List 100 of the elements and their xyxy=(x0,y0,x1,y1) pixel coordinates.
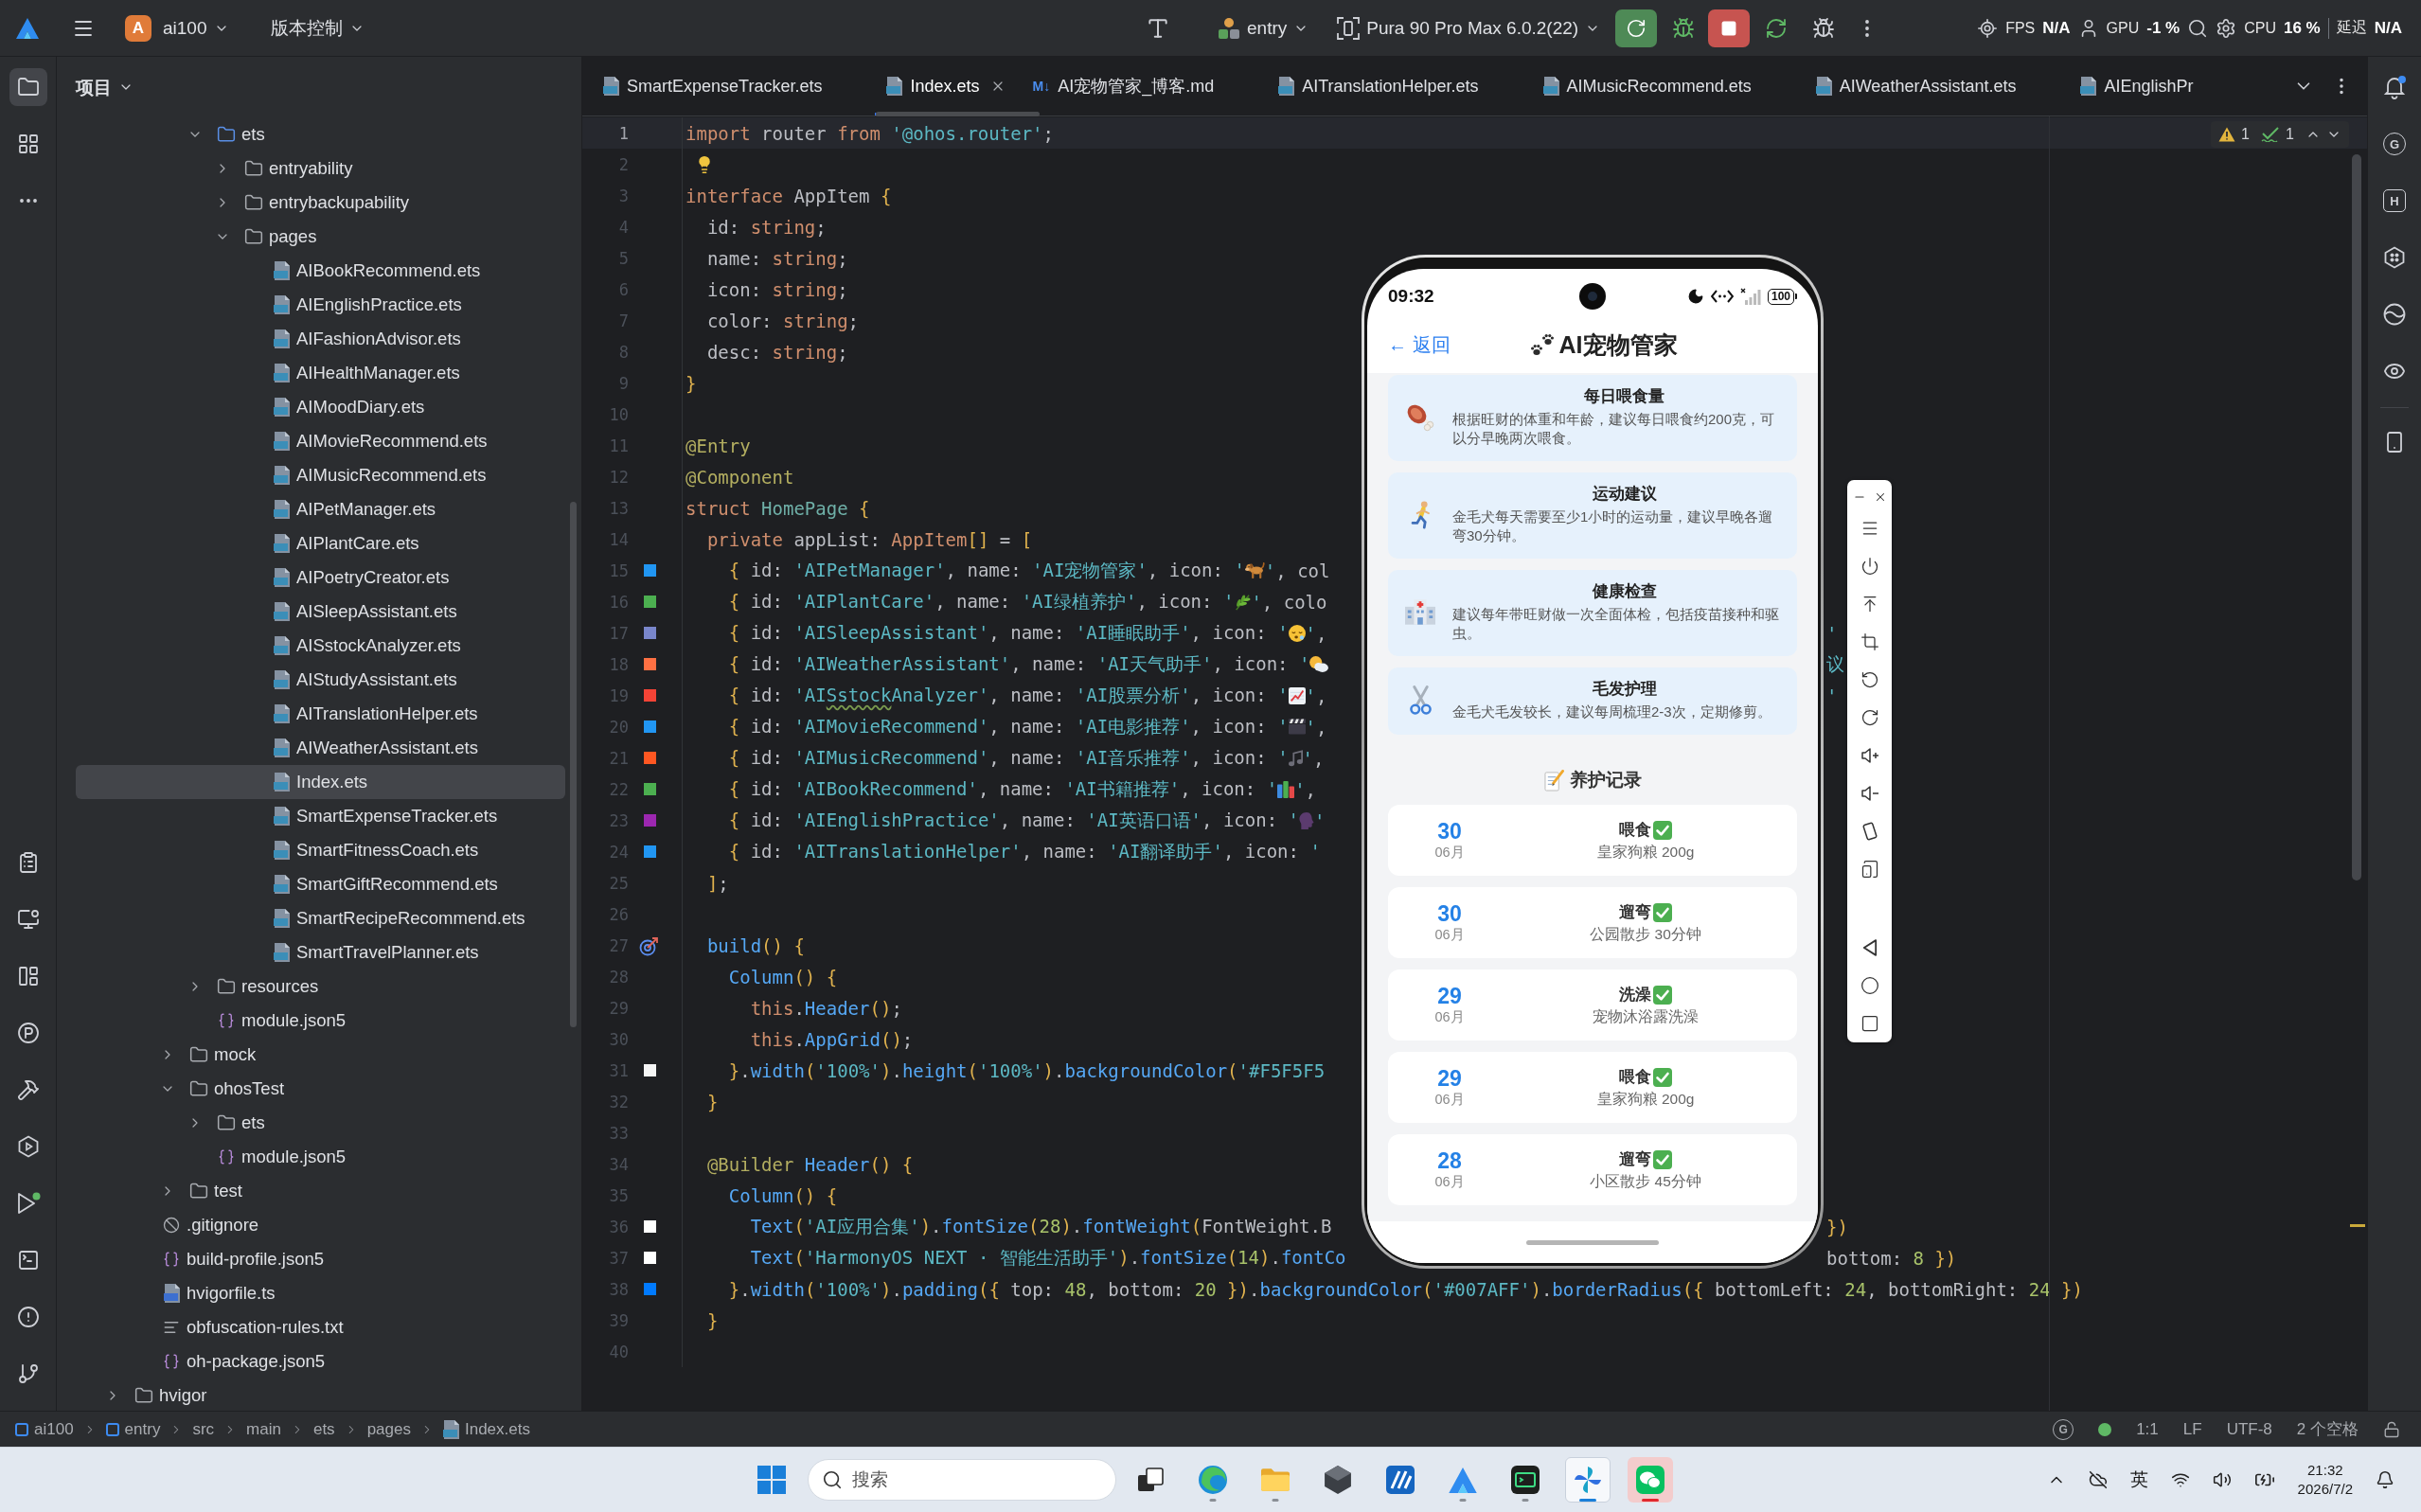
tree-item[interactable]: AIFashionAdvisor.ets xyxy=(76,322,565,356)
hexagon-grid-icon[interactable] xyxy=(2383,246,2406,269)
editor-tab[interactable]: AIEnglishPr xyxy=(2069,57,2247,116)
tree-item[interactable]: pages xyxy=(76,220,565,254)
tree-item[interactable]: hvigor xyxy=(76,1379,565,1411)
cloud-off-icon[interactable] xyxy=(2088,1470,2108,1489)
grid-icon[interactable] xyxy=(16,133,40,155)
bug-icon[interactable] xyxy=(1672,16,1696,40)
back-triangle-icon[interactable] xyxy=(1861,939,1878,956)
tree-item[interactable]: AITranslationHelper.ets xyxy=(76,697,565,731)
tree-item[interactable]: AIPoetryCreator.ets xyxy=(76,560,565,595)
tree-item[interactable]: SmartGiftRecommend.ets xyxy=(76,867,565,901)
editor-tab[interactable]: AIMusicRecommend.ets xyxy=(1531,57,1805,116)
inspection-widget[interactable]: 1 1 xyxy=(2211,121,2349,148)
notification-bell-icon[interactable] xyxy=(2382,75,2407,99)
search-field[interactable]: 搜索 xyxy=(808,1459,1116,1501)
tree-item[interactable]: AIStudyAssistant.ets xyxy=(76,663,565,697)
square-icon[interactable] xyxy=(1860,1014,1879,1033)
search-input[interactable]: 搜索 xyxy=(852,1466,1041,1494)
tree-item[interactable]: ets xyxy=(76,1106,565,1140)
editor-tab[interactable]: AITranslationHelper.ets xyxy=(1267,57,1532,116)
p-circle-icon[interactable] xyxy=(16,1022,40,1044)
app-logo-icon[interactable] xyxy=(16,17,39,39)
devices-icon[interactable] xyxy=(1860,860,1879,879)
scrollbar-thumb[interactable] xyxy=(876,112,1040,116)
tree-item[interactable]: entryability xyxy=(76,151,565,186)
terminal-icon[interactable] xyxy=(16,1249,40,1272)
project-tool-button[interactable] xyxy=(9,68,47,106)
tree-item[interactable]: AIMovieRecommend.ets xyxy=(76,424,565,458)
layout-icon[interactable] xyxy=(16,965,40,987)
volume-up-icon[interactable] xyxy=(1860,746,1879,765)
breadcrumb-item[interactable]: ai100 xyxy=(15,1419,74,1439)
editor-tab[interactable]: SmartExpenseTracker.ets xyxy=(592,57,876,116)
back-link[interactable]: ← 返回 xyxy=(1388,331,1464,358)
target-arrow-icon[interactable] xyxy=(639,934,660,956)
volume-down-icon[interactable] xyxy=(1860,784,1879,803)
refresh-icon[interactable] xyxy=(1765,16,1789,40)
tilted-phone-icon[interactable] xyxy=(1860,822,1878,841)
wifi-icon[interactable] xyxy=(2170,1470,2190,1489)
wave-circle-icon[interactable] xyxy=(2383,303,2406,326)
editor-tab[interactable]: M↓ AI宠物管家_博客.md xyxy=(1021,57,1268,116)
vcs-menu[interactable]: 版本控制 xyxy=(270,15,365,41)
tree-item[interactable]: AIHealthManager.ets xyxy=(76,356,565,390)
settings-icon[interactable] xyxy=(2216,17,2237,39)
device-selector[interactable]: Pura 90 Pro Max 6.0.2(22) xyxy=(1337,16,1601,40)
play-icon[interactable] xyxy=(15,1192,41,1215)
bell-icon[interactable] xyxy=(2376,1470,2394,1489)
search-icon[interactable] xyxy=(2187,17,2209,39)
tree-item[interactable]: SmartExpenseTracker.ets xyxy=(76,799,565,833)
breadcrumb-item[interactable]: main xyxy=(246,1419,281,1439)
home-circle-icon[interactable] xyxy=(1860,976,1879,995)
breadcrumb-item[interactable]: pages xyxy=(366,1419,411,1439)
tree-item[interactable]: SmartFitnessCoach.ets xyxy=(76,833,565,867)
tree-item[interactable]: SmartRecipeRecommend.ets xyxy=(76,901,565,935)
tree-item[interactable]: AIEnglishPractice.ets xyxy=(76,288,565,322)
volume-icon[interactable] xyxy=(2212,1470,2232,1489)
crosshair-icon[interactable] xyxy=(1977,17,1999,39)
tree-item[interactable]: AIPlantCare.ets xyxy=(76,526,565,560)
tree-item[interactable]: ets xyxy=(76,117,565,151)
tree-item[interactable]: build-profile.json5 xyxy=(76,1242,565,1276)
tree-item[interactable]: AISstockAnalyzer.ets xyxy=(76,629,565,663)
lock-open-icon[interactable] xyxy=(2383,1420,2400,1438)
tree-item[interactable]: AIBookRecommend.ets xyxy=(76,254,565,288)
scrollbar-thumb[interactable] xyxy=(570,502,577,1027)
crop-icon[interactable] xyxy=(1860,632,1879,651)
tree-item[interactable]: hvigorfile.ts xyxy=(76,1276,565,1310)
tree-item[interactable]: module.json5 xyxy=(76,1140,565,1174)
indent-setting[interactable]: 2 个空格 xyxy=(2296,1418,2359,1440)
rotate-left-icon[interactable] xyxy=(1860,670,1879,689)
git-branch-icon[interactable] xyxy=(16,1362,40,1385)
rotate-right-icon[interactable] xyxy=(1860,708,1879,727)
tree-item[interactable]: mock xyxy=(76,1038,565,1072)
tree-item[interactable]: AIPetManager.ets xyxy=(76,492,565,526)
line-separator[interactable]: LF xyxy=(2182,1419,2202,1439)
bug-icon[interactable] xyxy=(1812,16,1836,40)
breadcrumb-item[interactable]: Index.ets xyxy=(442,1419,530,1439)
tree-item[interactable]: oh-package.json5 xyxy=(76,1344,565,1379)
monitor-icon[interactable] xyxy=(16,908,40,931)
tree-item[interactable]: module.json5 xyxy=(76,1004,565,1038)
tree-item[interactable]: AIWeatherAssistant.ets xyxy=(76,731,565,765)
tree-item[interactable]: .gitignore xyxy=(76,1208,565,1242)
input-method-indicator[interactable]: 英 xyxy=(2129,1468,2148,1492)
tree-item[interactable]: AIMoodDiary.ets xyxy=(76,390,565,424)
tree-item[interactable]: Index.ets xyxy=(76,765,565,799)
tool-window-button[interactable]: H xyxy=(2383,189,2406,212)
tree-item[interactable]: AISleepAssistant.ets xyxy=(76,595,565,629)
hexagon-play-icon[interactable] xyxy=(16,1135,40,1158)
panel-title-dropdown[interactable]: 项目 xyxy=(76,75,134,99)
tree-item[interactable]: AIMusicRecommend.ets xyxy=(76,458,565,492)
editor-tab[interactable]: AIWeatherAssistant.ets xyxy=(1804,57,2070,116)
tree-item[interactable]: entrybackupability xyxy=(76,186,565,220)
tree-item[interactable]: ohosTest xyxy=(76,1072,565,1106)
caret-position[interactable]: 1:1 xyxy=(2136,1419,2159,1439)
four-squares-icon[interactable] xyxy=(757,1466,786,1494)
tree-item[interactable]: obfuscation-rules.txt xyxy=(76,1310,565,1344)
breadcrumb-item[interactable]: entry xyxy=(105,1419,161,1439)
scrollbar-thumb[interactable] xyxy=(2352,154,2361,881)
tree-item[interactable]: test xyxy=(76,1174,565,1208)
breadcrumb-item[interactable]: src xyxy=(192,1419,215,1439)
hammer-icon[interactable] xyxy=(16,1078,40,1101)
